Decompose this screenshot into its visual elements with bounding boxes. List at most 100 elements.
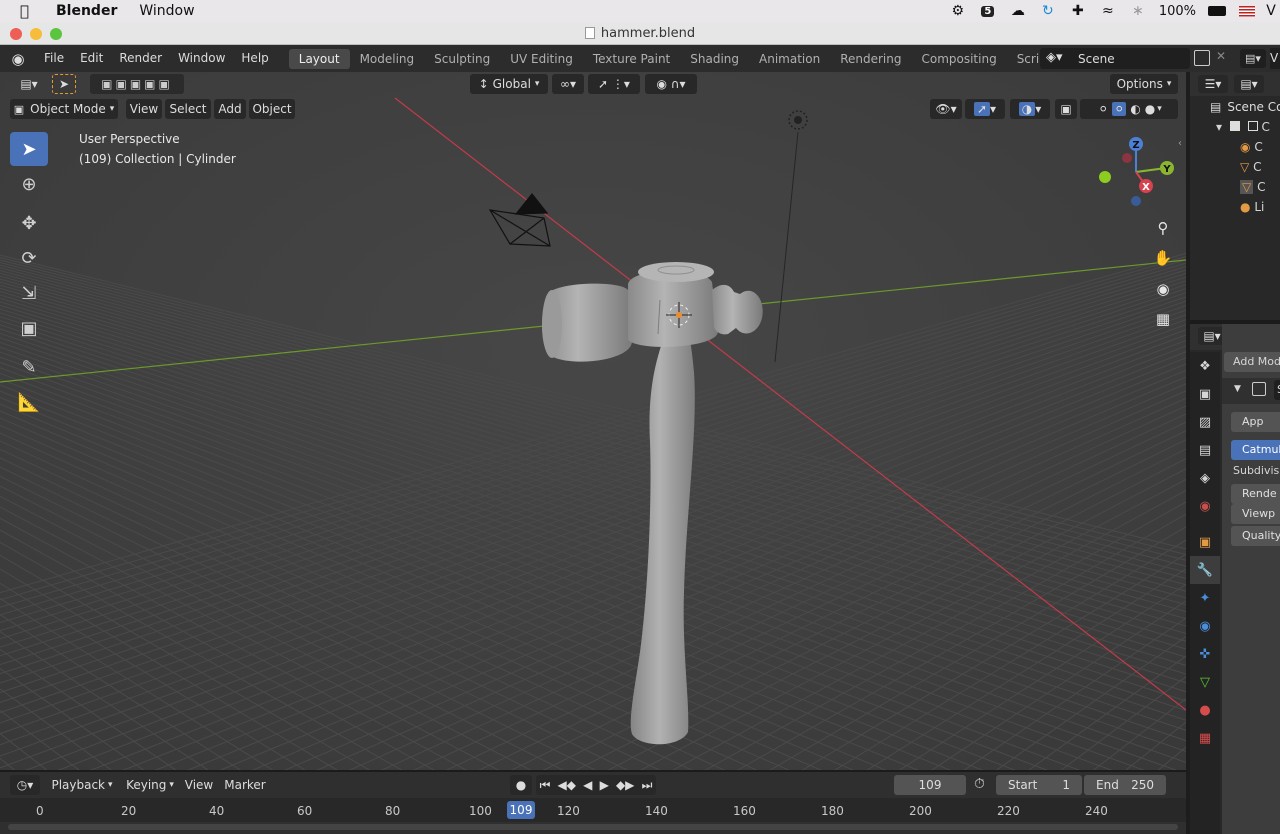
outliner-row[interactable]: ● Li xyxy=(1240,200,1264,214)
editor-type-icon[interactable]: ▤▾ xyxy=(10,72,48,96)
annotate-tool[interactable]: ✎ xyxy=(10,350,48,384)
wifi-icon[interactable]: ≈ xyxy=(1099,3,1117,19)
sidebar-toggle-icon[interactable]: ‹ xyxy=(1178,138,1182,149)
viewport-menu-view[interactable]: View xyxy=(126,99,162,119)
play-reverse-icon[interactable]: ◀ xyxy=(583,778,592,792)
next-keyframe-icon[interactable]: ◆▶ xyxy=(616,778,634,792)
outliner-scene-row[interactable]: ▤ Scene Co xyxy=(1210,100,1280,114)
select-box-tool[interactable]: ➤ xyxy=(10,132,48,166)
pivot-point-icon[interactable]: ∞▾ xyxy=(552,74,584,94)
proportional-edit-icon[interactable]: ◉ ∩▾ xyxy=(645,74,697,94)
world-tab-icon[interactable]: ◉ xyxy=(1190,492,1220,520)
remove-scene-icon[interactable]: ✕ xyxy=(1216,49,1226,63)
material-tab-icon[interactable]: ● xyxy=(1190,696,1220,724)
snap-icon[interactable]: ➚ ⋮▾ xyxy=(588,74,640,94)
gizmo-toggle-icon[interactable]: ➚ ▾ xyxy=(965,99,1005,119)
viewport-menu-select[interactable]: Select xyxy=(165,99,211,119)
bluetooth-icon[interactable]: ∗ xyxy=(1129,3,1147,19)
outliner-row-selected[interactable]: ▽ C xyxy=(1240,180,1265,194)
globe-icon[interactable]: ⚙ xyxy=(949,3,967,19)
rotate-tool[interactable]: ⟳ xyxy=(10,241,48,275)
scene-selector[interactable]: ◈▾ Scene xyxy=(1040,48,1190,69)
collapse-arrow-icon[interactable]: ▼ xyxy=(1234,384,1241,394)
close-window-icon[interactable] xyxy=(10,28,22,40)
outliner-editor-icon[interactable]: ☰▾ xyxy=(1198,75,1228,93)
scene-tab-icon[interactable]: ◈ xyxy=(1190,464,1220,492)
solid-shading-icon[interactable]: ⚪ xyxy=(1112,102,1127,116)
rendered-shading-icon[interactable]: ● xyxy=(1145,102,1155,116)
tab-sculpting[interactable]: Sculpting xyxy=(424,49,500,69)
perspective-grid-icon[interactable]: ▦ xyxy=(1151,307,1175,331)
modifier-name-field[interactable]: S xyxy=(1274,380,1280,400)
scale-tool[interactable]: ⇲ xyxy=(10,276,48,310)
tab-rendering[interactable]: Rendering xyxy=(830,49,911,69)
data-tab-icon[interactable]: ▽ xyxy=(1190,668,1220,696)
object-tab-icon[interactable]: ▣ xyxy=(1190,528,1220,556)
play-icon[interactable]: ▶ xyxy=(600,778,609,792)
outliner-row[interactable]: ▾ C xyxy=(1216,120,1270,134)
shading-modes[interactable]: ⚪ ⚪ ◐ ● ▾ xyxy=(1080,99,1178,119)
physics-tab-icon[interactable]: ◉ xyxy=(1190,612,1220,640)
tab-layout[interactable]: Layout xyxy=(288,48,350,69)
3d-viewport[interactable]: ▤▾ ➤ ▣▣▣▣▣ ↕ Global ▾ ∞▾ ➚ ⋮▾ ◉ ∩▾ Optio… xyxy=(0,72,1186,770)
xray-toggle-icon[interactable]: ▣ xyxy=(1055,99,1077,119)
view-layer-icon[interactable]: ▤▾ xyxy=(1240,49,1266,68)
tool-tab-icon[interactable]: ❖ xyxy=(1190,352,1220,380)
viewport-scene[interactable] xyxy=(0,72,1186,770)
menu-edit[interactable]: Edit xyxy=(72,45,111,72)
object-mode-dropdown[interactable]: ▣ Object Mode ▾ xyxy=(10,99,118,119)
selection-mode-icons[interactable]: ▣▣▣▣▣ xyxy=(90,74,184,94)
playback-menu[interactable]: Playback ▾ xyxy=(46,775,118,795)
mac-menu-window[interactable]: Window xyxy=(139,3,194,19)
material-shading-icon[interactable]: ◐ xyxy=(1130,102,1140,116)
stopwatch-icon[interactable]: ⏱ xyxy=(974,776,985,792)
measure-tool[interactable]: 📐 xyxy=(10,385,48,419)
timeline-scrollbar[interactable] xyxy=(8,824,1178,830)
options-dropdown[interactable]: Options ▾ xyxy=(1110,74,1178,94)
viewport-menu-add[interactable]: Add xyxy=(214,99,246,119)
tab-uv-editing[interactable]: UV Editing xyxy=(500,49,583,69)
viewport-levels-field[interactable]: Viewp xyxy=(1231,504,1280,524)
texture-tab-icon[interactable]: ▦ xyxy=(1190,724,1220,752)
user-menu-icon[interactable]: V xyxy=(1266,3,1276,19)
checkbox-icon[interactable] xyxy=(1229,121,1240,131)
tab-texture-paint[interactable]: Texture Paint xyxy=(583,49,680,69)
pan-hand-icon[interactable]: ✋ xyxy=(1151,246,1175,270)
menu-file[interactable]: File xyxy=(36,45,72,72)
modifier-tab-icon[interactable]: 🔧 xyxy=(1190,556,1220,584)
tab-shading[interactable]: Shading xyxy=(680,49,749,69)
battery-icon[interactable] xyxy=(1208,3,1226,19)
jump-start-icon[interactable]: ⏮ xyxy=(540,778,551,793)
sync-icon[interactable]: ↻ xyxy=(1039,3,1057,19)
timeline-editor-icon[interactable]: ◷▾ xyxy=(10,775,40,795)
cloud-upload-icon[interactable]: ☁ xyxy=(1009,3,1027,19)
cursor-tool[interactable]: ⊕ xyxy=(10,167,48,201)
new-scene-icon[interactable] xyxy=(1194,50,1210,66)
outliner-display-icon[interactable]: ▤▾ xyxy=(1234,75,1264,93)
constraints-tab-icon[interactable]: ✜ xyxy=(1190,640,1220,668)
current-frame-field[interactable]: 109 xyxy=(894,775,966,795)
blender-logo-icon[interactable]: ◉ xyxy=(0,50,36,68)
apple-icon[interactable]:  xyxy=(20,2,36,20)
quality-field[interactable]: Quality xyxy=(1231,526,1280,546)
app-menu-blender[interactable]: Blender xyxy=(56,3,117,19)
menu-window[interactable]: Window xyxy=(170,45,233,72)
view-layer-tab-icon[interactable]: ▤ xyxy=(1190,436,1220,464)
menu-render[interactable]: Render xyxy=(111,45,170,72)
minimize-window-icon[interactable] xyxy=(30,28,42,40)
navigation-gizmo[interactable]: Z Y X xyxy=(1096,136,1180,216)
tab-modeling[interactable]: Modeling xyxy=(350,49,425,69)
zoom-window-icon[interactable] xyxy=(50,28,62,40)
transform-tool[interactable]: ▣ xyxy=(10,311,48,345)
plus-cross-icon[interactable]: ✚ xyxy=(1069,3,1087,19)
playhead-frame-badge[interactable]: 109 xyxy=(507,801,535,819)
particles-tab-icon[interactable]: ✦ xyxy=(1190,584,1220,612)
record-icon[interactable]: ● xyxy=(510,775,532,795)
menu-help[interactable]: Help xyxy=(233,45,276,72)
tab-compositing[interactable]: Compositing xyxy=(911,49,1006,69)
camera-view-icon[interactable]: ◉ xyxy=(1151,277,1175,301)
jump-end-icon[interactable]: ⏭ xyxy=(642,778,653,793)
us-flag-icon[interactable] xyxy=(1238,3,1256,19)
render-levels-field[interactable]: Rende xyxy=(1231,484,1280,504)
view-layer-name[interactable]: V xyxy=(1270,48,1280,69)
